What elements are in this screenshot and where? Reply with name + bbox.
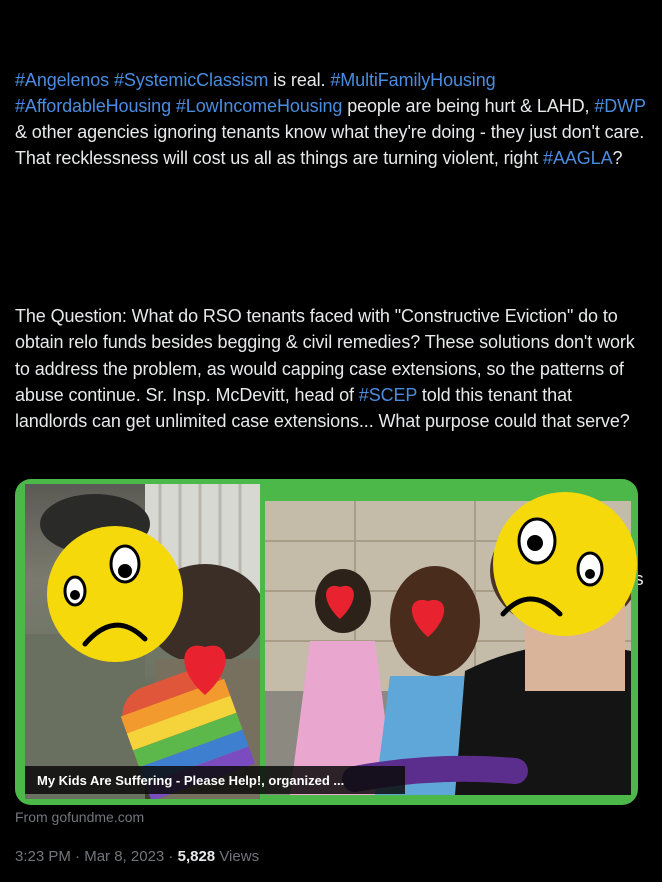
tweet-date[interactable]: Mar 8, 2023 [84,848,164,865]
frown-emoji-icon [47,526,183,662]
tweet-paragraph-2: The Question: What do RSO tenants faced … [15,303,647,434]
tweet-meta: 3:23 PM · Mar 8, 2023 · 5,828 Views [15,848,259,865]
hashtag-link[interactable]: #AAGLA [543,148,613,168]
hashtag-link[interactable]: #SCEP [359,385,417,405]
hashtag-link[interactable]: #LowIncomeHousing [176,96,343,116]
heart-icon [184,645,226,695]
link-card[interactable]: My Kids Are Suffering - Please Help!, or… [15,479,638,805]
tweet-time[interactable]: 3:23 PM [15,848,71,865]
card-overlays [47,492,637,792]
frown-emoji-icon [493,492,637,636]
tweet-text-run: ? [612,148,623,169]
hashtag-link[interactable]: #MultiFamilyHousing [330,70,495,90]
views-count: 5,828 [177,848,216,865]
tweet-text-run: people are being hurt & LAHD, [342,95,595,116]
hashtag-link[interactable]: #SystemicClassism [114,70,268,90]
tweet-paragraph-1: #Angelenos #SystemicClassism is real. #M… [15,67,647,172]
heart-icon [411,599,445,637]
card-caption: My Kids Are Suffering - Please Help!, or… [25,766,405,794]
separator: · [164,848,178,865]
hashtag-link[interactable]: #DWP [594,96,645,116]
hashtag-link[interactable]: #AffordableHousing [15,96,171,116]
heart-icon [326,585,354,619]
tweet-text-run: is real. [268,69,331,90]
card-source[interactable]: From gofundme.com [15,809,144,825]
hashtag-link[interactable]: #Angelenos [15,70,109,90]
views-label: Views [215,848,260,865]
separator: · [70,848,85,865]
